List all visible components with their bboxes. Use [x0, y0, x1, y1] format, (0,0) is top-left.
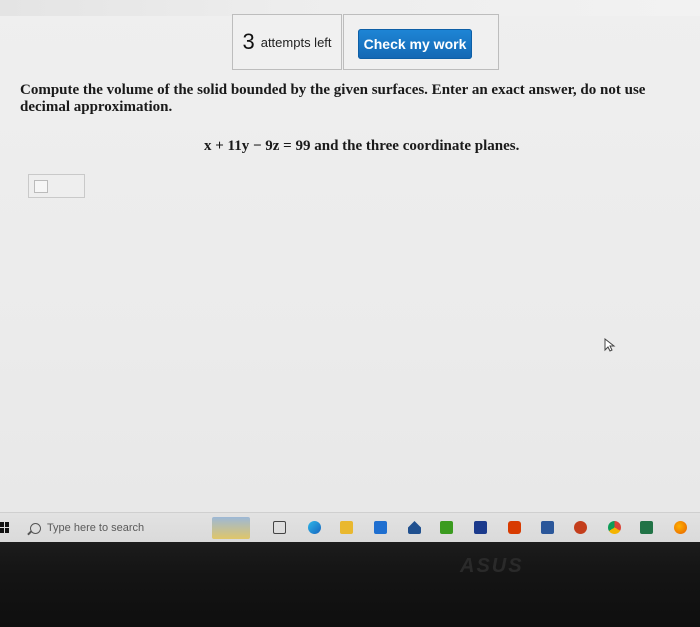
edge-icon[interactable]	[308, 521, 321, 534]
taskbar	[0, 512, 700, 542]
check-my-work-button[interactable]: Check my work	[358, 29, 472, 59]
check-work-container: Check my work	[343, 14, 499, 70]
attempts-label: attempts left	[260, 34, 332, 50]
search-icon	[30, 522, 41, 534]
store-icon[interactable]	[374, 521, 387, 534]
attempts-indicator: 3 attempts left	[232, 14, 342, 70]
nvidia-icon[interactable]	[440, 521, 453, 534]
paint-icon[interactable]	[474, 521, 487, 534]
office-icon[interactable]	[508, 521, 521, 534]
weather-widget-icon[interactable]	[212, 517, 250, 539]
mail-icon[interactable]	[408, 521, 421, 534]
question-equation: x + 11y − 9z = 99 and the three coordina…	[204, 138, 520, 154]
file-explorer-icon[interactable]	[340, 521, 353, 534]
monitor-bezel	[0, 542, 700, 627]
firefox-icon[interactable]	[674, 521, 687, 534]
chrome-icon[interactable]	[608, 521, 621, 534]
excel-icon[interactable]	[640, 521, 653, 534]
answer-input-placeholder-icon	[34, 180, 48, 193]
windows-start-icon[interactable]	[0, 522, 10, 534]
word-icon[interactable]	[541, 521, 554, 534]
monitor-brand-logo: ASUS	[460, 555, 524, 577]
question-prompt: Compute the volume of the solid bounded …	[20, 82, 646, 115]
attempts-count: 3	[242, 29, 255, 54]
task-view-icon[interactable]	[273, 521, 286, 534]
taskbar-search[interactable]	[16, 516, 196, 540]
search-input[interactable]	[46, 522, 196, 534]
mouse-cursor-icon	[604, 338, 616, 352]
answer-input[interactable]	[28, 174, 85, 198]
powerpoint-icon[interactable]	[574, 521, 587, 534]
